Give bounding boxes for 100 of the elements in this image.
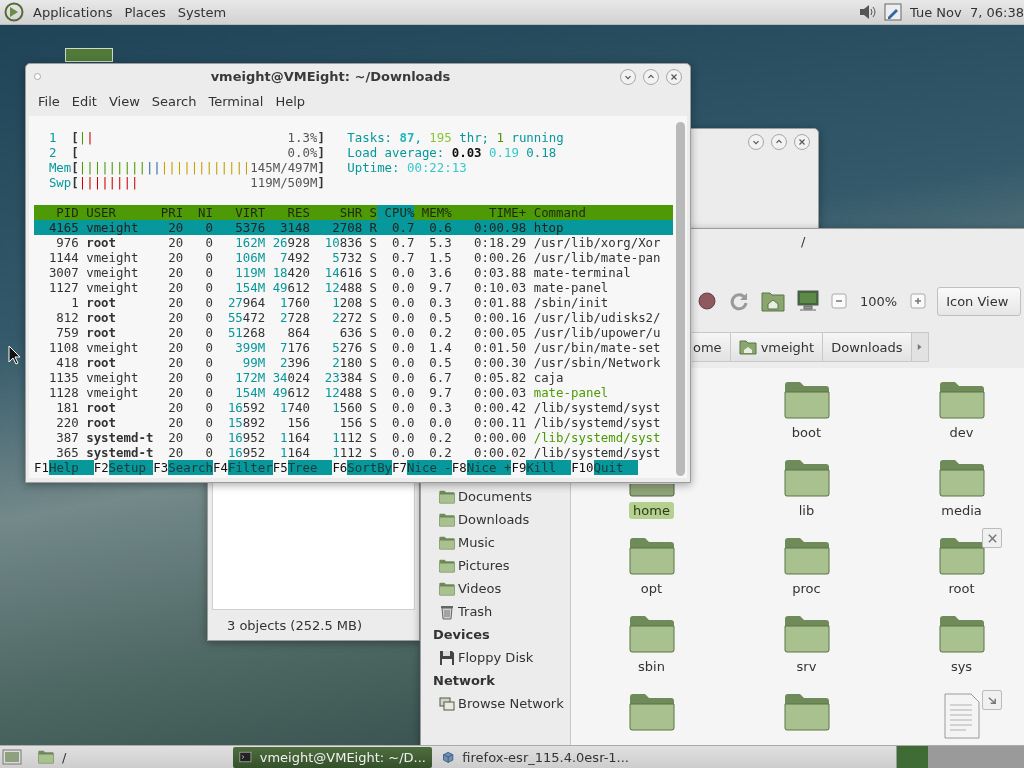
column-header[interactable]: PID [34,205,79,220]
process-row[interactable]: 1 root 20 0 27964 1760 1208 S 0.0 0.3 0:01.88 /sbin/init [34,295,673,310]
menu-item[interactable]: Edit [65,93,103,109]
process-row[interactable]: 220 root 20 0 15892 156 156 S 0.0 0.0 0:00.11 /lib/systemd/syst [34,415,673,430]
close-button[interactable] [982,528,1002,548]
close-button[interactable] [794,134,810,150]
reload-button[interactable] [728,290,750,312]
file-label[interactable]: proc [788,580,825,597]
arrow-button[interactable] [982,690,1002,710]
file-label[interactable]: lib [794,502,819,519]
view-mode-dropdown[interactable]: Icon View [937,286,1022,316]
sidebar-item[interactable]: Floppy Disk [426,646,534,669]
maximize-button[interactable] [643,68,659,85]
file-label[interactable]: boot [787,424,826,441]
process-row[interactable]: 812 root 20 0 55472 2728 2272 S 0.0 0.5 0:00.16 /usr/lib/udisks2/ [34,310,673,325]
minimize-button[interactable] [748,134,764,150]
column-header[interactable]: SHR [309,205,363,220]
sidebar-item[interactable]: Browse Network [426,692,564,715]
folder-icon[interactable] [628,537,675,575]
clock[interactable]: Tue Nov 7, 06:38 [908,4,1024,20]
folder-icon[interactable] [628,693,675,731]
process-row[interactable]: 365 systemd-t 20 0 16952 1164 1112 S 0.0 0.2 0:00.02 /lib/systemd/syst [34,445,673,460]
folder-icon[interactable] [938,381,985,419]
zoom-out-button[interactable] [831,293,847,309]
taskbar-button[interactable]: vmeight@VMEight: ~/D... [233,746,432,768]
column-header[interactable]: NI [183,205,213,220]
zoom-level: 100% [859,293,899,309]
file-label[interactable]: home [629,502,674,519]
file-label[interactable]: sbin [634,658,669,675]
panel-menu[interactable]: Places [121,2,169,22]
column-header[interactable]: PRI [153,205,184,220]
path-button[interactable]: vmeight [729,332,824,362]
sidebar-item[interactable]: Downloads [426,508,530,531]
taskbar-button[interactable]: / [32,746,229,768]
process-row[interactable]: 759 root 20 0 51268 864 636 S 0.0 0.2 0:00.05 /usr/lib/upower/u [34,325,673,340]
workspace-button[interactable] [896,746,928,768]
column-header[interactable]: RES [265,205,310,220]
menu-item[interactable]: View [102,93,146,109]
folder-icon[interactable] [938,615,985,653]
folder-icon[interactable] [783,459,830,497]
path-button[interactable]: ome [692,332,731,362]
process-row[interactable]: 181 root 20 0 16592 1740 1560 S 0.0 0.3 0:00.42 /lib/systemd/syst [34,400,673,415]
menu-item[interactable]: Search [145,93,203,109]
file-label[interactable]: srv [792,658,821,675]
process-row[interactable]: 1144 vmeight 20 0 106M 7492 5732 S 0.7 1.5 0:00.26 /usr/lib/mate-pan [34,250,673,265]
zoom-in-button[interactable] [910,293,927,309]
column-header[interactable]: MEM% [414,205,452,220]
taskbar-button[interactable]: firefox-esr_115.4.0esr-1... [436,746,635,768]
stop-button[interactable] [697,291,717,311]
process-row[interactable]: 1128 vmeight 20 0 154M 49612 12488 S 0.0 9.7 0:00.03 mate-panel [34,385,673,400]
process-row[interactable]: 1135 vmeight 20 0 172M 34024 23384 S 0.0 6.7 0:05.82 caja [34,370,673,385]
folder-icon[interactable] [783,537,830,575]
minimize-button[interactable] [620,68,636,85]
column-header[interactable]: TIME+ [451,205,527,220]
process-row[interactable]: 3007 vmeight 20 0 119M 18420 14616 S 0.0 3.6 0:03.88 mate-terminal [34,265,673,280]
sidebar-item[interactable]: Documents [426,485,533,508]
menu-item[interactable]: File [32,93,66,109]
computer-button[interactable] [796,289,820,313]
meter-line: Mem[|||||||||||||||||||||||145M/497M] [47,160,325,175]
scrollbar-thumb[interactable] [675,122,685,476]
sidebar-item[interactable]: Music [426,531,495,554]
sidebar-item[interactable]: Pictures [426,554,510,577]
show-desktop-icon[interactable] [2,748,22,766]
volume-icon[interactable] [858,3,878,21]
file-label[interactable]: dev [945,424,978,441]
folder-icon[interactable] [783,615,830,653]
file-label[interactable]: sys [946,658,977,675]
sidebar-item[interactable]: Trash [426,600,493,623]
close-button[interactable] [666,68,682,85]
file-label[interactable]: root [944,580,979,597]
folder-icon[interactable] [783,381,830,419]
logo-icon[interactable] [4,2,24,22]
column-header[interactable]: VIRT [213,205,266,220]
sidebar-item[interactable]: Videos [426,577,502,600]
process-row[interactable]: 387 systemd-t 20 0 16952 1164 1112 S 0.0 0.2 0:00.00 /lib/systemd/syst [34,430,673,445]
folder-icon [439,581,455,596]
panel-menu[interactable]: System [174,2,230,22]
folder-icon[interactable] [938,537,985,575]
process-row[interactable]: 976 root 20 0 162M 26928 10836 S 0.7 5.3 0:18.29 /usr/lib/xorg/Xor [34,235,673,250]
home-button[interactable] [761,290,785,312]
folder-icon[interactable] [628,615,675,653]
column-header[interactable]: USER [78,205,154,220]
menu-item[interactable]: Help [269,93,312,109]
process-row[interactable]: 1108 vmeight 20 0 399M 7176 5276 S 0.0 1.4 0:01.50 /usr/bin/mate-set [34,340,673,355]
process-row[interactable]: 4165 vmeight 20 0 5376 3148 2708 R 0.7 0.6 0:00.98 htop [34,220,673,235]
path-button[interactable]: Downloads [822,332,912,362]
folder-icon[interactable] [783,693,830,731]
desktop-icon[interactable] [65,48,113,62]
process-row[interactable]: 1127 vmeight 20 0 154M 49612 12488 S 0.0 9.7 0:10.03 mate-panel [34,280,673,295]
column-header[interactable]: Command [526,205,673,220]
file-label[interactable]: opt [636,580,667,597]
process-row[interactable]: 418 root 20 0 99M 2396 2180 S 0.0 0.5 0:00.30 /usr/sbin/Network [34,355,673,370]
column-header[interactable]: S [362,205,378,220]
mouse-pointer-icon [8,345,20,365]
menu-item[interactable]: Terminal [202,93,270,109]
panel-menu[interactable]: Applications [30,2,116,22]
maximize-button[interactable] [771,134,787,150]
file-label[interactable]: media [937,502,986,519]
folder-icon[interactable] [628,484,675,497]
folder-icon[interactable] [938,459,985,497]
